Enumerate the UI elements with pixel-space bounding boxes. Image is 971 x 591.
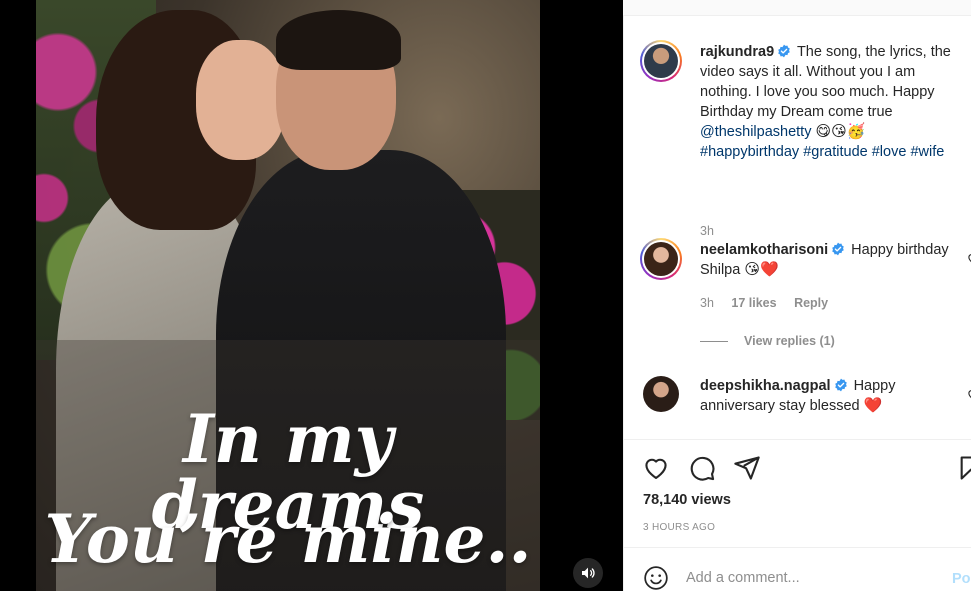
commenter-avatar-ring[interactable]: [640, 238, 682, 280]
volume-icon: [582, 567, 595, 579]
video-caption-line-2: You’re mine..: [44, 500, 532, 578]
emoji-icon[interactable]: [643, 565, 669, 591]
post-actions: 78,140 views 3 HOURS AGO: [624, 439, 971, 547]
caption-emojis: 😋😘🥳: [815, 123, 866, 140]
reply-button[interactable]: Reply: [794, 296, 828, 310]
caption-body: rajkundra9 The song, the lyrics, the vid…: [700, 42, 965, 162]
man-hair: [276, 10, 401, 70]
comment-likes[interactable]: 17 likes: [731, 296, 776, 310]
caption-meta: 3h: [700, 224, 728, 238]
verified-badge-icon: [778, 44, 790, 58]
author-avatar[interactable]: [644, 44, 678, 78]
commenter-avatar[interactable]: [643, 376, 679, 412]
like-comment-icon[interactable]: [967, 252, 971, 265]
comment-meta: 3h 17 likes Reply: [700, 296, 842, 310]
bookmark-icon[interactable]: [957, 454, 971, 482]
comment-time[interactable]: 3h: [700, 296, 714, 310]
post-side-panel: rajkundra9 The song, the lyrics, the vid…: [623, 15, 971, 591]
comments-list[interactable]: rajkundra9 The song, the lyrics, the vid…: [624, 16, 971, 439]
commenter-avatar[interactable]: [644, 242, 678, 276]
verified-badge-icon: [834, 378, 847, 392]
author-username[interactable]: rajkundra9: [700, 44, 774, 60]
comment-emojis: 😘❤️: [744, 261, 779, 278]
view-replies-label: View replies (1): [744, 334, 835, 348]
author-avatar-ring[interactable]: [640, 40, 682, 82]
commenter-username[interactable]: deepshikha.nagpal: [700, 378, 831, 394]
hashtag-link[interactable]: #wife: [910, 144, 944, 160]
heart-icon[interactable]: [642, 454, 670, 482]
post-comment-button[interactable]: Po: [952, 571, 971, 587]
woman-face: [196, 40, 286, 160]
post-timestamp[interactable]: 3 HOURS AGO: [643, 522, 715, 533]
hashtag-link[interactable]: #happybirthday: [700, 144, 799, 160]
commenter-username[interactable]: neelamkotharisoni: [700, 242, 828, 258]
share-icon[interactable]: [733, 454, 761, 482]
hashtag-link[interactable]: #gratitude: [803, 144, 868, 160]
comment-icon[interactable]: [688, 454, 716, 482]
mute-button[interactable]: [573, 558, 603, 588]
view-replies-button[interactable]: View replies (1): [700, 334, 835, 348]
hashtag-link[interactable]: #love: [872, 144, 907, 160]
comment-composer: Po: [624, 547, 971, 591]
replies-divider-line: [700, 340, 728, 342]
comment-body: deepshikha.nagpal Happy anniversary stay…: [700, 376, 965, 416]
view-count[interactable]: 78,140 views: [643, 492, 731, 508]
like-comment-icon[interactable]: [967, 388, 971, 401]
comment-emojis: ❤️: [863, 397, 883, 414]
post-media[interactable]: In my dreams You’re mine..: [0, 0, 623, 591]
caption-time[interactable]: 3h: [700, 224, 714, 238]
comment-body: neelamkotharisoni Happy birthday Shilpa …: [700, 240, 965, 280]
comment-input[interactable]: [686, 570, 936, 586]
post-photo[interactable]: In my dreams You’re mine..: [36, 0, 540, 591]
mention-link[interactable]: @theshilpashetty: [700, 124, 811, 140]
verified-badge-icon: [832, 242, 844, 256]
